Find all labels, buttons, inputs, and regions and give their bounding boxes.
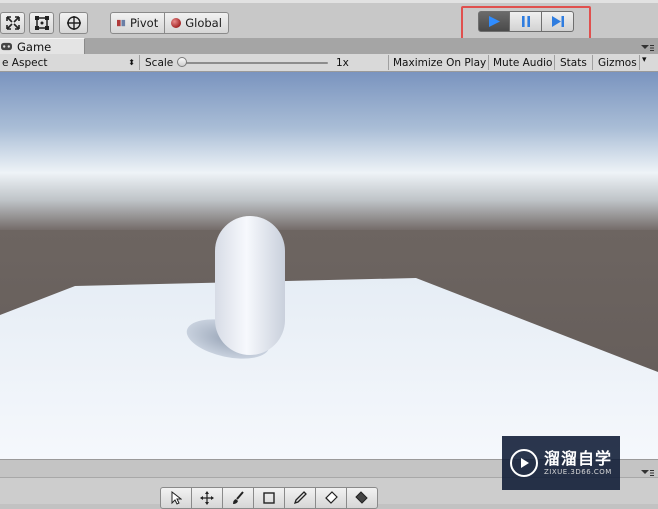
rect-tool-button[interactable] (29, 12, 54, 34)
eyedropper-icon (293, 491, 307, 505)
step-button[interactable] (542, 11, 574, 32)
watermark-logo-icon (510, 449, 538, 477)
move-icon (200, 491, 214, 505)
transform-tool-icon (66, 16, 81, 30)
eyedropper-tool-button[interactable] (284, 487, 316, 509)
gizmos-arrow-icon[interactable]: ▾ (642, 55, 647, 65)
watermark-text: 溜溜自学 ZIXUE.3D66.COM (544, 449, 613, 477)
gizmos-dropdown[interactable]: Gizmos (598, 54, 637, 71)
tab-menu-icon[interactable] (640, 44, 654, 52)
pivot-label: Pivot (130, 16, 159, 30)
scale-label: Scale (145, 56, 174, 69)
tab-game[interactable]: Game (0, 38, 85, 54)
eraser-icon (325, 491, 338, 504)
aspect-label: e Aspect (2, 56, 48, 69)
pivot-button[interactable]: Pivot (110, 12, 166, 34)
mute-label: Mute Audio (493, 56, 553, 69)
game-icon (1, 42, 12, 51)
dropdown-arrows-icon: ⬍ (128, 58, 135, 67)
tab-row: Game (0, 38, 658, 54)
divider (639, 55, 640, 70)
divider (592, 55, 593, 70)
divider (488, 55, 489, 70)
play-icon (489, 16, 500, 27)
scale-tool-icon (5, 16, 20, 30)
panel-menu-icon[interactable] (640, 469, 654, 477)
scale-label-wrap: Scale (145, 54, 173, 71)
capsule-object[interactable] (215, 216, 285, 355)
game-view-toolbar: e Aspect ⬍ Scale 1x Maximize On Play Mut… (0, 54, 658, 72)
move-tool-button[interactable] (191, 487, 223, 509)
divider (388, 55, 389, 70)
global-button[interactable]: Global (165, 12, 229, 34)
aspect-dropdown[interactable]: e Aspect ⬍ (0, 54, 138, 71)
maximize-label: Maximize On Play (393, 56, 487, 69)
eraser-tool-button[interactable] (315, 487, 347, 509)
brush-icon (233, 491, 244, 504)
scale-slider-track[interactable] (183, 62, 328, 64)
sky-background (0, 72, 658, 232)
divider (139, 55, 140, 70)
watermark-url: ZIXUE.3D66.COM (544, 468, 612, 476)
watermark-overlay: 溜溜自学 ZIXUE.3D66.COM (502, 436, 620, 490)
scale-value-wrap: 1x (336, 54, 349, 71)
pause-icon (521, 16, 530, 27)
fill-tool-button[interactable] (346, 487, 378, 509)
rect-select-icon (263, 492, 275, 504)
watermark-title: 溜溜自学 (544, 449, 613, 468)
cursor-icon (171, 491, 182, 505)
scale-slider-thumb[interactable] (177, 57, 187, 67)
rect-select-tool-button[interactable] (253, 487, 285, 509)
pivot-global-group: Pivot Global (110, 12, 229, 34)
stats-label: Stats (560, 56, 587, 69)
global-label: Global (185, 16, 222, 30)
mute-audio-toggle[interactable]: Mute Audio (493, 54, 552, 71)
select-tool-button[interactable] (160, 487, 192, 509)
game-viewport[interactable] (0, 72, 658, 459)
divider (554, 55, 555, 70)
play-button[interactable] (478, 11, 510, 32)
pause-button[interactable] (510, 11, 542, 32)
fill-icon (355, 491, 368, 504)
brush-tool-button[interactable] (222, 487, 254, 509)
stats-toggle[interactable]: Stats (560, 54, 587, 71)
maximize-on-play-toggle[interactable]: Maximize On Play (393, 54, 486, 71)
step-icon (551, 16, 564, 27)
gizmos-label: Gizmos (598, 56, 637, 69)
globe-icon (171, 18, 182, 28)
pivot-icon (117, 19, 126, 26)
scale-value: 1x (336, 56, 349, 69)
tab-game-label: Game (17, 39, 52, 54)
rect-tool-icon (34, 16, 49, 30)
scale-tool-button[interactable] (0, 12, 25, 34)
transform-tool-button[interactable] (59, 12, 88, 34)
